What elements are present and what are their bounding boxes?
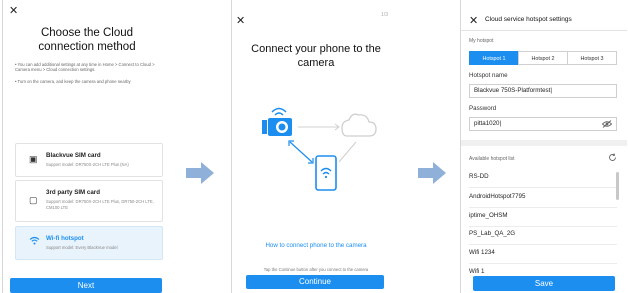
header-divider <box>461 30 627 31</box>
close-icon[interactable]: ✕ <box>469 14 478 27</box>
option-subtitle: Support model: DR750X-2CH LTE Plus (NA) <box>46 162 129 167</box>
screen-choose-cloud-method: ✕ Choose the Cloud connection method • Y… <box>3 0 169 293</box>
option-card-wifi-hotspot[interactable]: Wi-fi hotspot Support model: Every Black… <box>15 226 163 260</box>
cloud-icon <box>341 113 377 137</box>
hotspot-list-item[interactable]: AndroidHotspot7795 <box>469 193 525 200</box>
wifi-icon <box>29 236 40 247</box>
list-divider <box>469 207 617 208</box>
flow-arrow-icon <box>186 162 214 184</box>
tab-hotspot-3[interactable]: Hotspot 3 <box>567 51 617 65</box>
password-input[interactable]: pitta1020| <box>469 117 617 131</box>
sim-card-icon: ▢ <box>29 195 38 205</box>
page-title: Connect your phone to the camera <box>251 43 381 69</box>
my-hotspot-label: My hotspot <box>469 38 494 44</box>
continue-button[interactable]: Continue <box>246 275 384 289</box>
option-title: 3rd party SIM card <box>46 189 100 196</box>
screen-connect-phone: ✕ 1/3 Connect your phone to the camera H… <box>232 0 398 293</box>
screen-hotspot-settings: ✕ Cloud service hotspot settings My hots… <box>461 0 627 293</box>
tab-hotspot-2[interactable]: Hotspot 2 <box>518 51 568 65</box>
hotspot-name-label: Hotspot name <box>469 72 508 79</box>
option-subtitle: Support model: DR750X-2CH LTE Plus, DR75… <box>46 199 154 210</box>
hotspot-list-item[interactable]: Wifi 1 <box>469 268 484 275</box>
flow-arrow-icon <box>418 162 446 184</box>
list-divider <box>469 244 617 245</box>
hotspot-list-item[interactable]: iptime_OHSM <box>469 212 508 219</box>
list-divider <box>469 226 617 227</box>
list-divider <box>469 187 617 188</box>
section-divider <box>461 140 627 146</box>
option-title: Wi-fi hotspot <box>46 235 84 242</box>
info-note: • Turn on the camera, and keep the camer… <box>15 79 131 84</box>
option-subtitle: Support model: Every BlackVue model <box>46 245 118 250</box>
hide-password-icon[interactable] <box>602 120 612 128</box>
hotspot-list-item[interactable]: Wifi 1234 <box>469 249 495 256</box>
option-title: Blackvue SIM card <box>46 152 101 159</box>
list-scrollbar[interactable] <box>616 172 619 200</box>
sim-card-icon: ▣ <box>29 154 38 164</box>
available-hotspot-label: Available hotspot list <box>469 156 515 162</box>
dashcam-icon <box>262 107 292 136</box>
page-title: Choose the Cloud connection method <box>38 27 136 53</box>
connection-illustration <box>262 107 377 191</box>
instruction-text: Tap the Continue button after you connec… <box>263 267 369 272</box>
next-button[interactable]: Next <box>10 278 162 293</box>
page-indicator: 1/3 <box>381 12 388 18</box>
password-label: Password <box>469 105 497 112</box>
close-icon[interactable]: ✕ <box>9 4 18 17</box>
hotspot-name-input[interactable]: Blackvue 750S-Platformtest| <box>469 84 617 98</box>
list-divider <box>469 263 617 264</box>
tab-hotspot-1[interactable]: Hotspot 1 <box>469 51 519 65</box>
how-to-connect-link[interactable]: How to connect phone to the camera <box>240 242 392 249</box>
option-card-blackvue-sim[interactable]: ▣ Blackvue SIM card Support model: DR750… <box>15 143 163 177</box>
save-button[interactable]: Save <box>473 276 615 291</box>
refresh-icon[interactable] <box>608 153 617 162</box>
info-note: • You can add additional settings at any… <box>15 62 155 73</box>
close-icon[interactable]: ✕ <box>236 14 245 27</box>
option-card-third-party-sim[interactable]: ▢ 3rd party SIM card Support model: DR75… <box>15 180 163 222</box>
page-title: Cloud service hotspot settings <box>485 16 572 23</box>
phone-wifi-icon <box>315 155 337 191</box>
hotspot-list-item[interactable]: RS-DD <box>469 173 489 180</box>
password-value: pitta1020| <box>474 120 502 127</box>
hotspot-list-item[interactable]: PS_Lab_QA_2G <box>469 230 515 237</box>
